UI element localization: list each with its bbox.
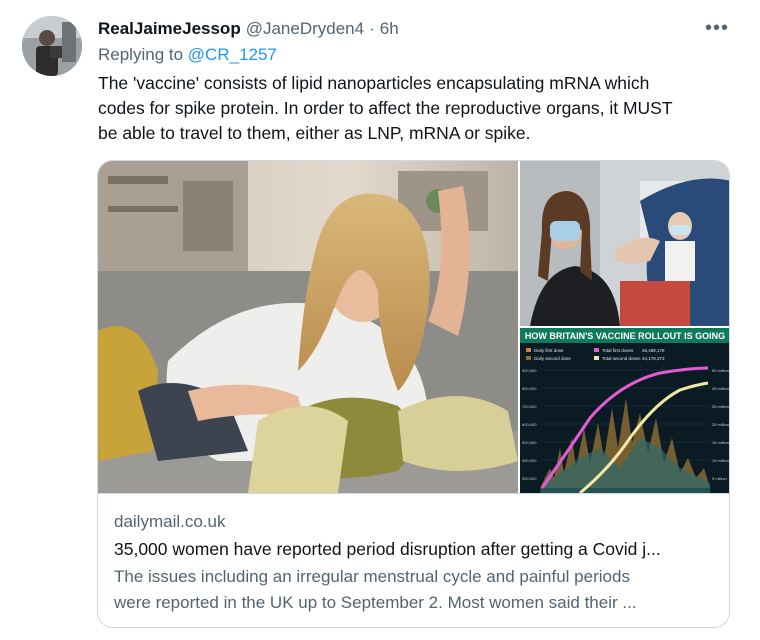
- tweet-text-line: be able to travel to them, either as LNP…: [98, 123, 531, 143]
- separator-dot: ·: [369, 19, 375, 38]
- chart-legend-value: 48,488,178: [642, 348, 665, 353]
- card-divider: [98, 493, 729, 494]
- tweet[interactable]: RealJaimeJessop @JaneDryden4 · 6h ••• Re…: [0, 0, 760, 640]
- card-title[interactable]: 35,000 women have reported period disrup…: [114, 534, 714, 564]
- chart-legend-value: 44,178,373: [642, 356, 665, 361]
- card-description: The issues including an irregular menstr…: [114, 564, 714, 616]
- svg-text:35 million: 35 million: [712, 404, 729, 409]
- avatar[interactable]: [22, 16, 82, 76]
- card-domain: dailymail.co.uk: [114, 512, 226, 531]
- svg-text:900,000: 900,000: [522, 368, 537, 373]
- svg-text:5 million: 5 million: [712, 476, 727, 481]
- svg-text:25 million: 25 million: [712, 422, 729, 427]
- link-card[interactable]: HOW BRITAIN'S VACCINE ROLLOUT IS GOING D…: [97, 160, 730, 628]
- chart-legend-item: Total second doses: [602, 356, 641, 361]
- chart-legend-item: Daily first dose: [534, 348, 564, 353]
- reply-prefix: Replying to: [98, 45, 184, 64]
- svg-text:15 million: 15 million: [712, 440, 729, 445]
- reply-context: Replying to @CR_1257: [98, 45, 277, 65]
- svg-text:600,000: 600,000: [522, 422, 537, 427]
- card-main-image[interactable]: [98, 161, 518, 493]
- svg-text:800,000: 800,000: [522, 386, 537, 391]
- svg-text:50 million: 50 million: [712, 368, 729, 373]
- tweet-text: The 'vaccine' consists of lipid nanopart…: [98, 71, 728, 146]
- svg-text:45 million: 45 million: [712, 386, 729, 391]
- tweet-text-line: codes for spike protein. In order to aff…: [98, 98, 673, 118]
- user-handle[interactable]: @JaneDryden4: [246, 19, 364, 39]
- card-vaccination-image[interactable]: [520, 161, 730, 326]
- card-description-line: were reported in the UK up to September …: [114, 593, 637, 612]
- display-name[interactable]: RealJaimeJessop: [98, 19, 241, 39]
- card-meta[interactable]: dailymail.co.uk 35,000 women have report…: [114, 510, 714, 616]
- svg-text:400,000: 400,000: [522, 458, 537, 463]
- chart-legend-item: Total first doses: [602, 348, 634, 353]
- card-description-line: The issues including an irregular menstr…: [114, 567, 630, 586]
- card-chart-image[interactable]: HOW BRITAIN'S VACCINE ROLLOUT IS GOING D…: [520, 328, 730, 493]
- chart-legend-item: Daily second dose: [534, 356, 571, 361]
- timestamp[interactable]: 6h: [380, 19, 399, 39]
- svg-text:300,000: 300,000: [522, 476, 537, 481]
- svg-text:700,000: 700,000: [522, 404, 537, 409]
- tweet-header: RealJaimeJessop @JaneDryden4 · 6h: [98, 18, 399, 40]
- tweet-text-line: The 'vaccine' consists of lipid nanopart…: [98, 73, 650, 93]
- svg-text:500,000: 500,000: [522, 440, 537, 445]
- more-options-icon[interactable]: •••: [700, 14, 734, 42]
- reply-mention-link[interactable]: @CR_1257: [188, 45, 277, 64]
- chart-title: HOW BRITAIN'S VACCINE ROLLOUT IS GOING: [525, 331, 725, 341]
- svg-text:10 million: 10 million: [712, 458, 729, 463]
